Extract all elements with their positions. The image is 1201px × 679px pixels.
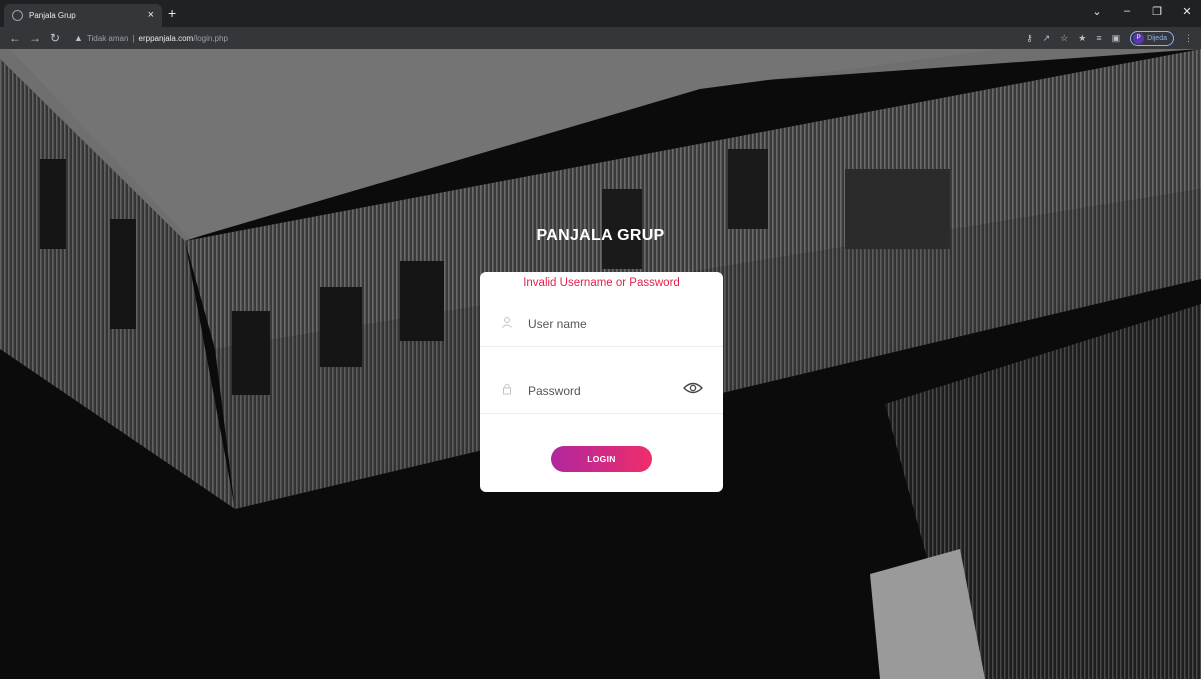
username-field-row: [480, 301, 723, 347]
share-icon[interactable]: ↗: [1043, 33, 1051, 44]
browser-tab[interactable]: Panjala Grup ×: [4, 4, 162, 27]
browser-toolbar: ← → ↻ ▲ Tidak aman | erppanjala.com/logi…: [0, 27, 1201, 49]
reading-list-icon[interactable]: ≡: [1096, 33, 1101, 43]
password-key-icon[interactable]: ⚷: [1026, 33, 1033, 44]
window-controls: ⌄ – ❐ ✕: [1091, 5, 1193, 18]
globe-icon: [12, 10, 23, 21]
browser-tab-bar: Panjala Grup × + ⌄ – ❐ ✕: [0, 0, 1201, 27]
close-window-icon[interactable]: ✕: [1181, 5, 1193, 18]
profile-status: Dijeda: [1147, 34, 1167, 42]
page-viewport: PANJALA GRUP Invalid Username or Passwor…: [0, 49, 1201, 679]
extensions-icon[interactable]: ★: [1078, 33, 1086, 44]
address-bar[interactable]: ▲ Tidak aman | erppanjala.com/login.php: [74, 30, 1026, 46]
tab-close-icon[interactable]: ×: [148, 10, 154, 21]
show-password-eye-icon[interactable]: [683, 381, 703, 400]
back-icon[interactable]: ←: [8, 31, 22, 45]
address-separator: |: [132, 33, 135, 43]
toolbar-actions: ⚷ ↗ ☆ ★ ≡ ▣ P Dijeda ⋮: [1026, 30, 1193, 46]
profile-avatar: P: [1133, 32, 1145, 44]
side-panel-icon[interactable]: ▣: [1112, 33, 1121, 44]
tab-title: Panjala Grup: [29, 11, 76, 20]
url-host: erppanjala.com: [138, 33, 194, 43]
url-path: /login.php: [193, 33, 228, 43]
warning-icon[interactable]: ▲: [74, 33, 83, 43]
bookmark-star-icon[interactable]: ☆: [1060, 33, 1068, 44]
password-input[interactable]: [528, 383, 683, 398]
menu-icon[interactable]: ⋮: [1184, 33, 1193, 44]
username-input[interactable]: [528, 316, 703, 331]
lock-icon: [500, 383, 514, 398]
password-field-row: [480, 368, 723, 414]
brand-title: PANJALA GRUP: [536, 227, 665, 244]
login-card: Invalid Username or Password LOGIN: [480, 272, 723, 492]
tab-search-icon[interactable]: ⌄: [1091, 5, 1103, 18]
restore-icon[interactable]: ❐: [1151, 5, 1163, 18]
minimize-icon[interactable]: –: [1121, 5, 1133, 18]
new-tab-button[interactable]: +: [168, 6, 176, 20]
user-icon: [500, 316, 514, 331]
forward-icon[interactable]: →: [28, 31, 42, 45]
profile-button[interactable]: P Dijeda: [1130, 30, 1174, 46]
reload-icon[interactable]: ↻: [48, 31, 62, 45]
insecure-label: Tidak aman: [86, 33, 129, 43]
login-button[interactable]: LOGIN: [551, 446, 652, 472]
login-error-message: Invalid Username or Password: [523, 277, 680, 289]
